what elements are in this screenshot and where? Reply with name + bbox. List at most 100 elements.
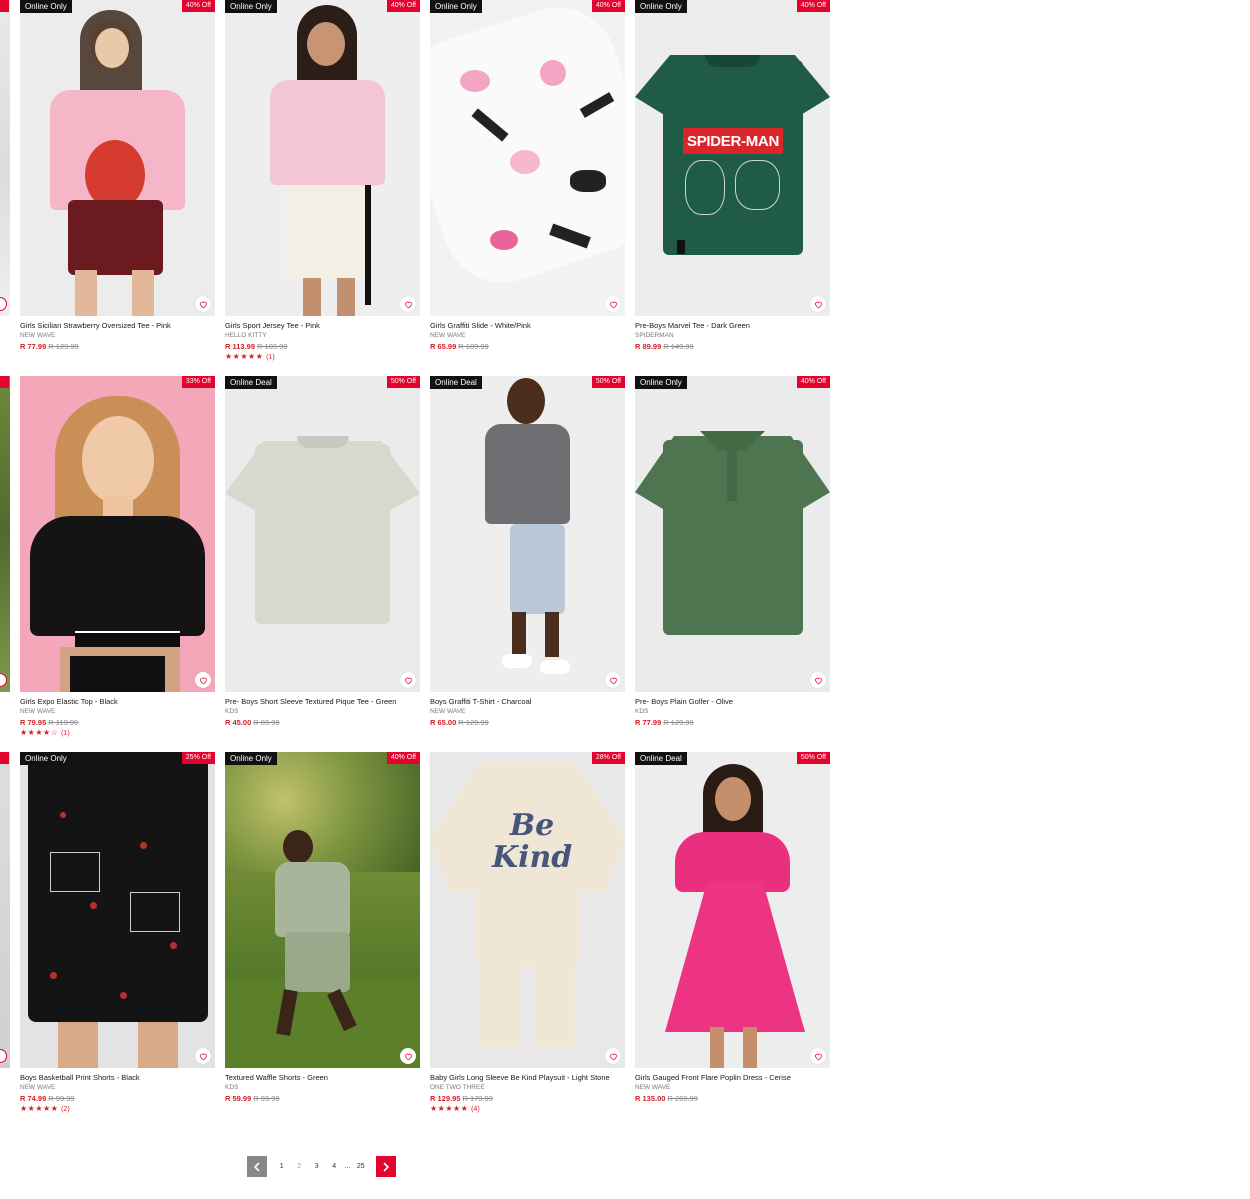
heart-icon[interactable]: [400, 1048, 416, 1064]
heart-icon[interactable]: [810, 296, 826, 312]
product-name[interactable]: Pre- Boys Plain Golfer - Olive: [635, 697, 830, 707]
heart-icon[interactable]: [195, 672, 211, 688]
product-price: R 79.95: [20, 718, 47, 727]
page-link-1[interactable]: 1: [273, 1163, 291, 1170]
discount-badge: 40% Off: [796, 0, 830, 12]
heart-icon[interactable]: [0, 1049, 7, 1063]
heart-icon[interactable]: [605, 672, 621, 688]
product-image[interactable]: Online Only 40% Off: [20, 0, 215, 316]
product-price: R 135.00: [635, 1094, 666, 1103]
product-name[interactable]: Pre-Boys Marvel Tee - Dark Green: [635, 321, 830, 331]
star-icons: ★★★★☆: [20, 728, 59, 737]
product-image[interactable]: Be Kind 28% Off: [430, 752, 625, 1068]
discount-badge: 40% Off: [796, 376, 830, 388]
page-link-4[interactable]: 4: [326, 1163, 344, 1170]
pagination-ellipsis: ...: [344, 1163, 351, 1170]
product-image[interactable]: Online Only 40% Off: [225, 0, 420, 316]
product-card[interactable]: 33% Off Girls Expo Elastic Top - Black N…: [20, 376, 215, 738]
be-kind-print: Be Kind: [492, 810, 572, 880]
product-image[interactable]: Online Deal 50% Off: [635, 752, 830, 1068]
product-brand: NEW WAVE: [430, 708, 466, 715]
product-name[interactable]: Girls Graffiti Slide - White/Pink: [430, 321, 625, 331]
product-image[interactable]: Online Deal 50% Off: [225, 376, 420, 692]
product-image[interactable]: 33% Off: [20, 376, 215, 692]
discount-badge: 40% Off: [386, 752, 420, 764]
discount-badge: 40% Off: [591, 0, 625, 12]
page-link-3[interactable]: 3: [308, 1163, 326, 1170]
heart-icon[interactable]: [0, 297, 7, 311]
product-name[interactable]: Pre- Boys Short Sleeve Textured Pique Te…: [225, 697, 420, 707]
heart-icon[interactable]: [605, 296, 621, 312]
rating-stars: ★★★★★ (4): [430, 1104, 625, 1114]
heart-icon[interactable]: [0, 673, 7, 687]
page-link-last[interactable]: 25: [352, 1163, 370, 1170]
product-brand: KDS: [635, 708, 649, 715]
original-price: R 129.99: [48, 342, 79, 351]
online-only-tag: Online Only: [20, 752, 72, 765]
rating-stars: ★★★★★ (2): [20, 1104, 215, 1114]
next-page-button[interactable]: [375, 1156, 396, 1177]
product-price: R 77.99: [20, 342, 47, 351]
product-name[interactable]: Girls Sicilian Strawberry Oversized Tee …: [20, 321, 215, 331]
online-only-tag: Online Only: [635, 376, 687, 389]
product-card[interactable]: Be Kind 28% Off Baby Girls Long Sleeve Be…: [430, 752, 625, 1114]
heart-icon[interactable]: [400, 672, 416, 688]
product-card[interactable]: Online Only 40% Off Girls Sicilian Straw…: [20, 0, 215, 352]
heart-icon[interactable]: [605, 1048, 621, 1064]
product-card[interactable]: Online Deal 50% Off Pre- Boys Short Slee…: [225, 376, 420, 728]
original-price: R 129.99: [663, 718, 694, 727]
star-icons: ★★★★★: [430, 1104, 469, 1113]
product-image[interactable]: SPIDER-MAN Online Only 40% Off: [635, 0, 830, 316]
product-image[interactable]: Online Only 40% Off: [430, 0, 625, 316]
product-price: R 65.00: [430, 718, 457, 727]
rating-count: (1): [61, 730, 70, 737]
product-card[interactable]: SPIDER-MAN Online Only 40% Off Pre-Boys …: [635, 0, 830, 352]
heart-icon[interactable]: [810, 672, 826, 688]
product-brand: NEW WAVE: [430, 332, 466, 339]
original-price: R 99.99: [48, 1094, 75, 1103]
product-image[interactable]: Online Only 25% Off: [20, 752, 215, 1068]
product-image[interactable]: Online Only 40% Off: [225, 752, 420, 1068]
product-card[interactable]: Online Deal 50% Off Girls Gauged Front F…: [635, 752, 830, 1104]
original-price: R 99.99: [253, 1094, 280, 1103]
product-card[interactable]: Online Deal 50% Off Boys Graffiti T-Shir…: [430, 376, 625, 728]
product-brand: NEW WAVE: [20, 708, 56, 715]
original-price: R 189.99: [257, 342, 288, 351]
product-brand: KDS: [225, 1084, 239, 1091]
product-name[interactable]: Girls Gauged Front Flare Poplin Dress - …: [635, 1073, 830, 1083]
product-card[interactable]: Online Only 25% Off Boys Basketball Prin…: [20, 752, 215, 1114]
product-card[interactable]: Online Only 40% Off Girls Sport Jersey T…: [225, 0, 420, 362]
online-only-tag: Online Only: [225, 752, 277, 765]
product-brand: NEW WAVE: [635, 1084, 671, 1091]
heart-icon[interactable]: [810, 1048, 826, 1064]
chevron-left-icon: [253, 1161, 260, 1172]
discount-badge: 50% Off: [386, 376, 420, 388]
online-deal-tag: Online Deal: [430, 376, 482, 389]
product-image[interactable]: Online Only 40% Off: [635, 376, 830, 692]
product-name[interactable]: Baby Girls Long Sleeve Be Kind Playsuit …: [430, 1073, 625, 1083]
discount-badge: 40% Off: [386, 0, 420, 12]
product-name[interactable]: Boys Basketball Print Shorts - Black: [20, 1073, 215, 1083]
product-price: R 65.99: [430, 342, 457, 351]
chevron-right-icon: [382, 1161, 389, 1172]
product-name[interactable]: Girls Expo Elastic Top - Black: [20, 697, 215, 707]
product-card[interactable]: Online Only 40% Off Girls Graffiti Slide…: [430, 0, 625, 352]
heart-icon[interactable]: [195, 1048, 211, 1064]
heart-icon[interactable]: [400, 296, 416, 312]
original-price: R 269.99: [667, 1094, 698, 1103]
spiderman-print: SPIDER-MAN: [683, 128, 783, 154]
online-deal-tag: Online Deal: [635, 752, 687, 765]
product-name[interactable]: Boys Graffiti T-Shirt - Charcoal: [430, 697, 625, 707]
original-price: R 179.99: [462, 1094, 493, 1103]
product-card[interactable]: Online Only 40% Off Textured Waffle Shor…: [225, 752, 420, 1104]
previous-page-button[interactable]: [247, 1156, 267, 1177]
page-link-2-current[interactable]: 2: [291, 1163, 309, 1170]
product-card[interactable]: Online Only 40% Off Pre- Boys Plain Golf…: [635, 376, 830, 728]
product-image[interactable]: Online Deal 50% Off: [430, 376, 625, 692]
product-brand: HELLO KITTY: [225, 332, 267, 339]
heart-icon[interactable]: [195, 296, 211, 312]
discount-badge: 33% Off: [181, 376, 215, 388]
product-name[interactable]: Girls Sport Jersey Tee - Pink: [225, 321, 420, 331]
product-name[interactable]: Textured Waffle Shorts - Green: [225, 1073, 420, 1083]
rating-stars: ★★★★★ (1): [225, 352, 420, 362]
